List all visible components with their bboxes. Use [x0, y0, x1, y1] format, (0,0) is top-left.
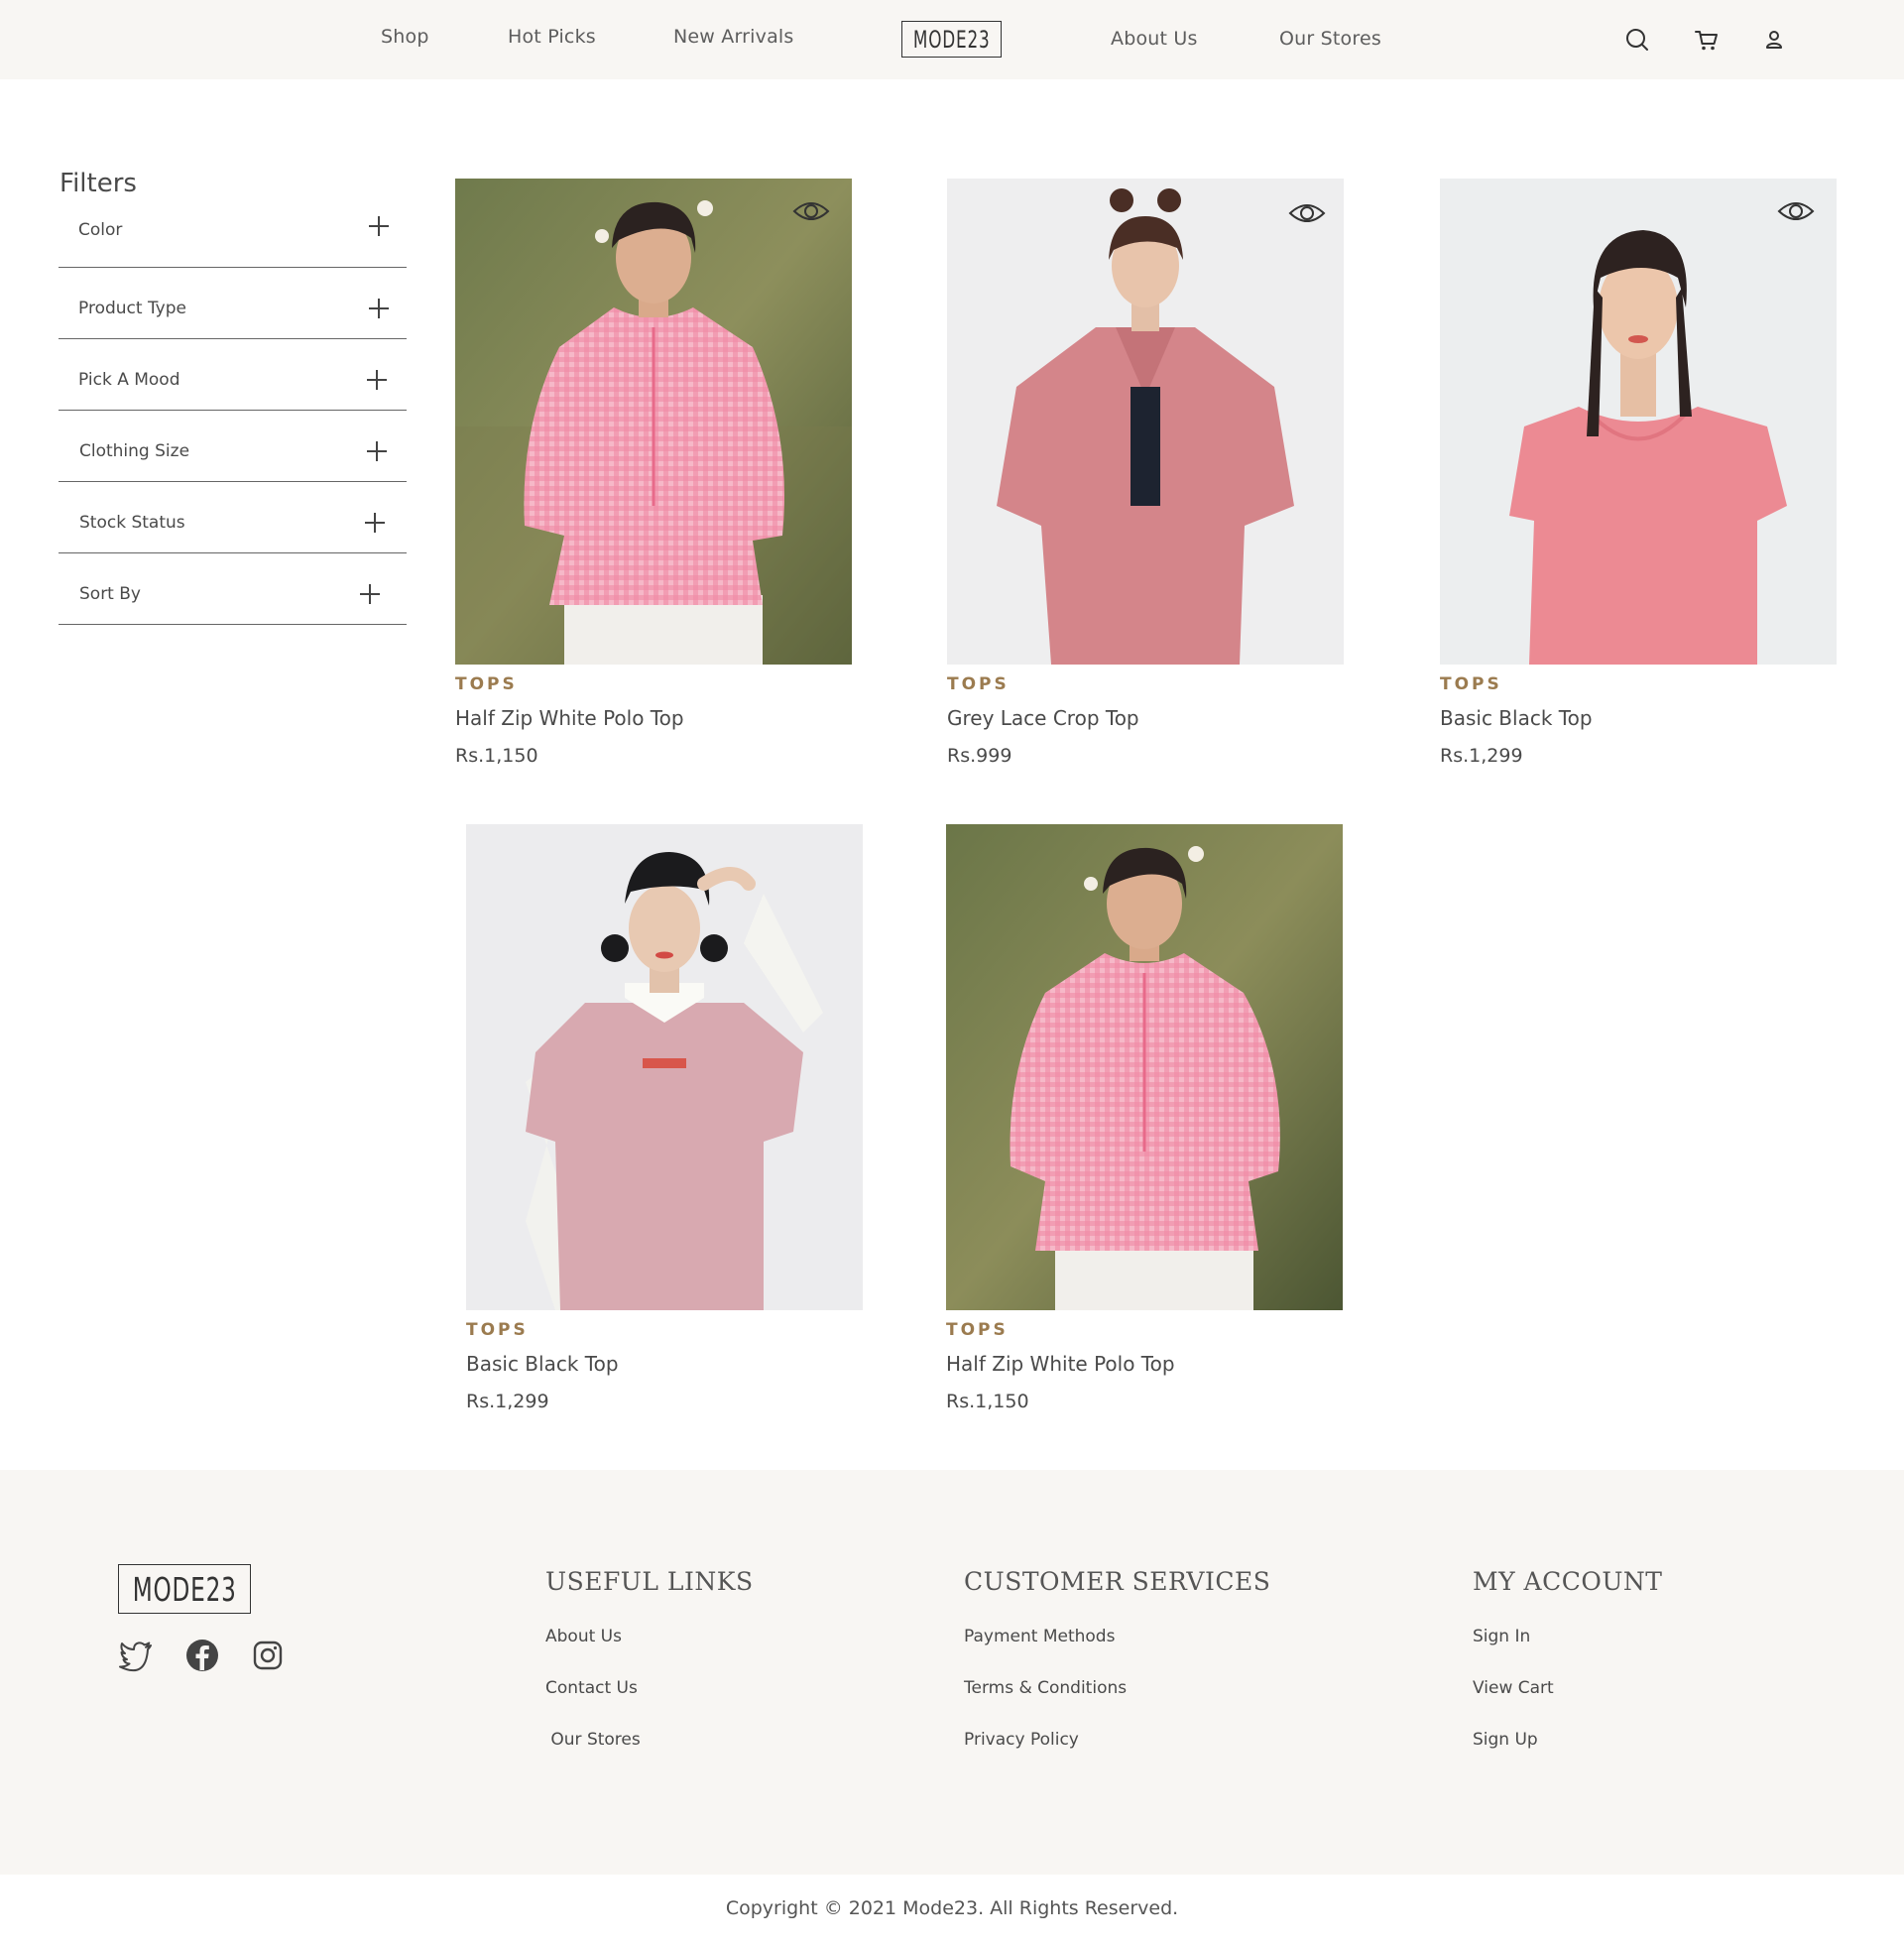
nav-hot-picks[interactable]: Hot Picks	[508, 26, 596, 48]
eye-icon[interactable]	[792, 196, 830, 226]
filter-label: Pick A Mood	[78, 370, 180, 390]
footer-heading-useful-links: USEFUL LINKS	[545, 1567, 754, 1596]
filter-label: Product Type	[78, 299, 186, 318]
product-image[interactable]	[455, 179, 852, 665]
cart-icon[interactable]	[1693, 26, 1721, 54]
filter-stock-status[interactable]: Stock Status	[59, 482, 407, 553]
product-name[interactable]: Basic Black Top	[466, 1352, 863, 1376]
product-category: TOPS	[1440, 674, 1502, 694]
filter-label: Sort By	[79, 584, 141, 604]
eye-icon[interactable]	[1288, 198, 1326, 228]
instagram-icon[interactable]	[250, 1638, 286, 1673]
footer-logo-text: MODE23	[132, 1569, 237, 1609]
product-card[interactable]: TOPS Grey Lace Crop Top Rs.999	[947, 179, 1344, 767]
footer-link-contact-us[interactable]: Contact Us	[545, 1678, 638, 1698]
filter-pick-a-mood[interactable]: Pick A Mood	[59, 339, 407, 411]
product-card[interactable]: TOPS Half Zip White Polo Top Rs.1,150	[455, 179, 852, 767]
filter-label: Stock Status	[79, 513, 185, 533]
plus-icon[interactable]	[369, 299, 389, 318]
site-logo[interactable]: MODE23	[901, 21, 1002, 58]
nav-shop[interactable]: Shop	[381, 26, 429, 48]
nav-about-us[interactable]: About Us	[1111, 28, 1198, 50]
footer-link-sign-up[interactable]: Sign Up	[1473, 1730, 1538, 1750]
product-name[interactable]: Grey Lace Crop Top	[947, 706, 1344, 730]
product-price: Rs.1,299	[466, 1391, 549, 1412]
footer-link-view-cart[interactable]: View Cart	[1473, 1678, 1554, 1698]
filter-clothing-size[interactable]: Clothing Size	[59, 411, 407, 482]
product-name[interactable]: Half Zip White Polo Top	[946, 1352, 1343, 1376]
plus-icon[interactable]	[367, 370, 387, 390]
footer-link-about-us[interactable]: About Us	[545, 1627, 622, 1646]
twitter-icon[interactable]	[118, 1638, 154, 1673]
product-image[interactable]	[1440, 179, 1837, 665]
footer-heading-my-account: MY ACCOUNT	[1473, 1567, 1663, 1596]
nav-new-arrivals[interactable]: New Arrivals	[673, 26, 794, 48]
product-card[interactable]: TOPS Basic Black Top Rs.1,299	[466, 824, 863, 1412]
nav-our-stores[interactable]: Our Stores	[1279, 28, 1381, 50]
filter-product-type[interactable]: Product Type	[59, 268, 407, 339]
product-card[interactable]: TOPS Basic Black Top Rs.1,299	[1440, 179, 1837, 767]
footer-logo[interactable]: MODE23	[118, 1564, 251, 1614]
product-price: Rs.1,150	[455, 745, 538, 767]
product-category: TOPS	[947, 674, 1010, 694]
product-image[interactable]	[946, 824, 1343, 1310]
filter-color[interactable]: Color	[59, 196, 407, 268]
product-name[interactable]: Half Zip White Polo Top	[455, 706, 852, 730]
footer-link-sign-in[interactable]: Sign In	[1473, 1627, 1530, 1646]
filters-title: Filters	[60, 169, 137, 198]
plus-icon[interactable]	[367, 441, 387, 461]
product-category: TOPS	[455, 674, 518, 694]
site-footer	[0, 1470, 1904, 1875]
footer-link-terms-conditions[interactable]: Terms & Conditions	[964, 1678, 1127, 1698]
filter-sort-by[interactable]: Sort By	[59, 553, 407, 625]
plus-icon[interactable]	[369, 216, 389, 236]
footer-link-privacy-policy[interactable]: Privacy Policy	[964, 1730, 1079, 1750]
product-image[interactable]	[466, 824, 863, 1310]
filter-label: Color	[78, 220, 123, 240]
product-price: Rs.1,150	[946, 1391, 1029, 1412]
product-category: TOPS	[946, 1320, 1009, 1340]
filter-label: Clothing Size	[79, 441, 190, 461]
facebook-icon[interactable]	[184, 1638, 220, 1673]
copyright-text: Copyright © 2021 Mode23. All Rights Rese…	[725, 1897, 1179, 1919]
plus-icon[interactable]	[365, 513, 385, 533]
plus-icon[interactable]	[360, 584, 380, 604]
site-logo-text: MODE23	[912, 25, 991, 54]
product-image[interactable]	[947, 179, 1344, 665]
product-name[interactable]: Basic Black Top	[1440, 706, 1837, 730]
footer-heading-customer-services: CUSTOMER SERVICES	[964, 1567, 1271, 1596]
footer-link-our-stores[interactable]: Our Stores	[545, 1730, 640, 1750]
site-header: Shop Hot Picks New Arrivals MODE23 About…	[0, 0, 1904, 79]
user-icon[interactable]	[1760, 26, 1788, 54]
product-category: TOPS	[466, 1320, 529, 1340]
footer-link-payment-methods[interactable]: Payment Methods	[964, 1627, 1115, 1646]
product-card[interactable]: TOPS Half Zip White Polo Top Rs.1,150	[946, 824, 1343, 1412]
search-icon[interactable]	[1623, 26, 1651, 54]
product-price: Rs.1,299	[1440, 745, 1523, 767]
product-price: Rs.999	[947, 745, 1012, 767]
eye-icon[interactable]	[1777, 196, 1815, 226]
